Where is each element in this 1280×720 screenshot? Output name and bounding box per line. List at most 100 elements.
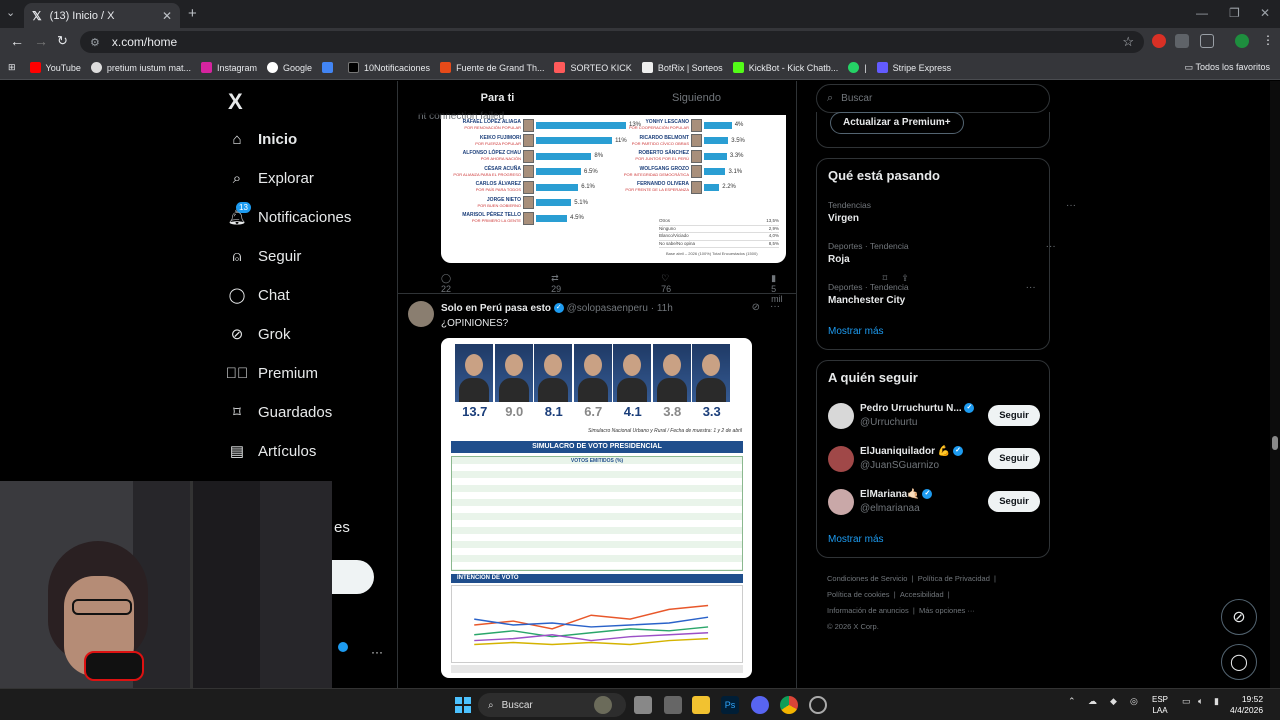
follow-button[interactable]: Seguir bbox=[988, 405, 1040, 426]
sidebar-item-guardados[interactable]: ⌑ Guardados bbox=[228, 403, 332, 422]
network-icon[interactable]: ▭ bbox=[1182, 696, 1191, 707]
bookmark-whatsapp[interactable]: | bbox=[848, 62, 867, 73]
avatar[interactable] bbox=[408, 301, 434, 327]
trend-item[interactable]: Deportes · Tendencia Manchester City ··· bbox=[828, 282, 1036, 306]
reply-button[interactable]: ◯ 22 bbox=[441, 273, 501, 304]
bookmark-notificaciones[interactable]: 10Notificaciones bbox=[348, 62, 430, 73]
bookmark-grand-theft[interactable]: Fuente de Grand Th... bbox=[440, 62, 544, 73]
like-button[interactable]: ♡ 76 bbox=[661, 273, 721, 304]
scrollbar-thumb[interactable] bbox=[1272, 436, 1278, 450]
browser-menu-icon[interactable]: ⋮ bbox=[1262, 33, 1274, 47]
x-logo[interactable]: X bbox=[228, 89, 243, 115]
sidebar-item-inicio[interactable]: ⌂ Inicio bbox=[228, 130, 297, 148]
bookmark-botrix[interactable]: BotRix | Sorteos bbox=[641, 62, 723, 73]
tray-chevron-icon[interactable]: ⌃ bbox=[1068, 696, 1076, 707]
tray-icon[interactable]: ◎ bbox=[1130, 696, 1138, 707]
discord-icon[interactable] bbox=[751, 696, 769, 714]
sidebar-item-premium[interactable]: ✓⃝ Premium bbox=[225, 364, 318, 382]
chrome-icon[interactable] bbox=[780, 696, 798, 714]
repost-button[interactable]: ⇄ 29 bbox=[551, 273, 611, 304]
upgrade-premium-button[interactable]: Actualizar a Premium+ bbox=[830, 112, 964, 134]
trend-more-icon[interactable]: ··· bbox=[1046, 241, 1056, 252]
bookmark-google[interactable]: Google bbox=[266, 62, 312, 73]
home-icon: ⌂ bbox=[232, 130, 242, 148]
all-bookmarks[interactable]: ▭ Todos los favoritos bbox=[1185, 62, 1270, 73]
file-explorer-icon[interactable] bbox=[692, 696, 710, 714]
sidebar-item-notificaciones[interactable]: 🔔︎ 13 Notificaciones bbox=[227, 202, 351, 226]
bookmark-sorteo-kick[interactable]: SORTEO KICK bbox=[554, 62, 632, 73]
battery-icon[interactable]: ▮ bbox=[1214, 696, 1219, 707]
extensions-puzzle-icon[interactable] bbox=[1200, 34, 1214, 48]
site-info-icon[interactable]: ⚙ bbox=[90, 36, 100, 49]
new-tab-icon[interactable]: + bbox=[188, 5, 197, 22]
bookmark-kickbot[interactable]: KickBot - Kick Chatb... bbox=[732, 62, 838, 73]
author-handle[interactable]: @solopasaenperu · 11h bbox=[567, 303, 673, 314]
trend-item[interactable]: Deportes · Tendencia Roja ··· bbox=[828, 241, 1056, 265]
trend-more-icon[interactable]: ··· bbox=[1026, 282, 1036, 293]
sidebar-item-partial[interactable]: es bbox=[334, 519, 350, 536]
sidebar-item-grok[interactable]: ⊘ Grok bbox=[228, 325, 291, 344]
browser-tab[interactable]: 𝕏 (13) Inicio / X ✕ bbox=[24, 3, 180, 28]
tab-siguiendo[interactable]: Siguiendo bbox=[597, 81, 796, 115]
apps-icon[interactable]: ⊞ bbox=[8, 62, 16, 73]
address-bar[interactable]: ⚙ x.com/home ☆ bbox=[80, 31, 1144, 53]
app-icon[interactable] bbox=[664, 696, 682, 714]
bookmark-instagram[interactable]: Instagram bbox=[200, 62, 257, 73]
extension-icon-2[interactable] bbox=[1175, 34, 1189, 48]
sidebar-item-chat[interactable]: ◯ Chat bbox=[228, 286, 290, 305]
tweet-image[interactable]: 13.7 9.0 8.1 6.7 4.1 3.8 3.3 Simulacro N… bbox=[441, 338, 752, 678]
follow-button[interactable]: Seguir bbox=[988, 491, 1040, 512]
follow-suggestion[interactable]: ElJuaniquilador 💪 ✓ @JuanSGuarnizo Segui… bbox=[828, 444, 1040, 476]
bookmark-stripe[interactable]: Stripe Express bbox=[876, 62, 951, 73]
premium-icon: ✓⃝ bbox=[225, 364, 249, 382]
show-more-link[interactable]: Mostrar más bbox=[828, 534, 884, 545]
follow-suggestion[interactable]: Pedro Urruchurtu N... ✓ @Urruchurtu Segu… bbox=[828, 401, 1040, 433]
scrollbar[interactable] bbox=[1270, 81, 1280, 688]
trend-item[interactable]: Tendencias Virgen ··· bbox=[828, 200, 1076, 224]
account-more-icon[interactable]: ··· bbox=[371, 645, 383, 659]
grok-icon[interactable]: ⊘ bbox=[752, 302, 760, 313]
photoshop-icon[interactable]: Ps bbox=[721, 696, 739, 714]
start-button[interactable] bbox=[455, 697, 471, 713]
avatar[interactable] bbox=[828, 403, 854, 429]
poll-chart-image[interactable]: RAFAEL LÓPEZ ALIAGA POR RENOVACIÓN POPULA… bbox=[441, 115, 786, 263]
tab-para-ti[interactable]: Para ti bbox=[398, 81, 597, 115]
tray-icon[interactable]: ◆ bbox=[1110, 696, 1117, 707]
bookmark-youtube[interactable]: YouTube bbox=[29, 62, 81, 73]
avatar[interactable] bbox=[828, 446, 854, 472]
forward-icon[interactable]: → bbox=[34, 33, 48, 49]
trend-more-icon[interactable]: ··· bbox=[1066, 200, 1076, 211]
window-close-icon[interactable]: ✕ bbox=[1260, 6, 1270, 20]
profile-avatar[interactable] bbox=[1235, 34, 1249, 48]
chat-fab-icon[interactable]: ◯ bbox=[1221, 644, 1257, 680]
follow-suggestion[interactable]: ElMariana🤙🏻 ✓ @elmarianaa Seguir bbox=[828, 487, 1040, 519]
grok-fab-icon[interactable]: ⊘ bbox=[1221, 599, 1257, 635]
avatar[interactable] bbox=[828, 489, 854, 515]
sidebar-item-articulos[interactable]: ▤ Artículos bbox=[228, 442, 316, 461]
bookmark-pretium[interactable]: pretium iustum mat... bbox=[90, 62, 191, 73]
bookmark-unlabeled[interactable] bbox=[322, 62, 338, 73]
tab-search-icon[interactable]: ⌄ bbox=[6, 6, 15, 19]
minimize-icon[interactable]: — bbox=[1196, 6, 1208, 20]
follow-button[interactable]: Seguir bbox=[988, 448, 1040, 469]
more-icon[interactable]: ··· bbox=[770, 301, 780, 312]
reload-icon[interactable]: ↻ bbox=[57, 33, 68, 49]
author-name[interactable]: Solo en Perú pasa esto bbox=[441, 303, 551, 314]
show-more-link[interactable]: Mostrar más bbox=[828, 326, 884, 337]
sidebar-item-explorar[interactable]: ⌕ Explorar bbox=[228, 169, 314, 187]
back-icon[interactable]: ← bbox=[10, 33, 24, 49]
clock[interactable]: 19:52 4/4/2026 bbox=[1230, 694, 1263, 716]
volume-icon[interactable]: 🔈︎ bbox=[1198, 696, 1203, 707]
maximize-icon[interactable]: ❐ bbox=[1229, 6, 1240, 20]
tray-icon[interactable]: ☁ bbox=[1088, 696, 1097, 707]
app-icon-2[interactable] bbox=[809, 696, 827, 714]
language-indicator[interactable]: ESP LAA bbox=[1152, 694, 1168, 716]
sim-table: VOTOS EMITIDOS (%) bbox=[451, 456, 743, 571]
extension-icon[interactable] bbox=[1152, 34, 1166, 48]
close-tab-icon[interactable]: ✕ bbox=[162, 9, 172, 23]
widgets-icon[interactable] bbox=[594, 696, 612, 714]
search-input[interactable]: ⌕ Buscar bbox=[816, 84, 1050, 113]
bookmark-star-icon[interactable]: ☆ bbox=[1122, 34, 1134, 50]
task-view-icon[interactable] bbox=[634, 696, 652, 714]
sidebar-item-seguir[interactable]: ⍝ Seguir bbox=[228, 247, 301, 265]
